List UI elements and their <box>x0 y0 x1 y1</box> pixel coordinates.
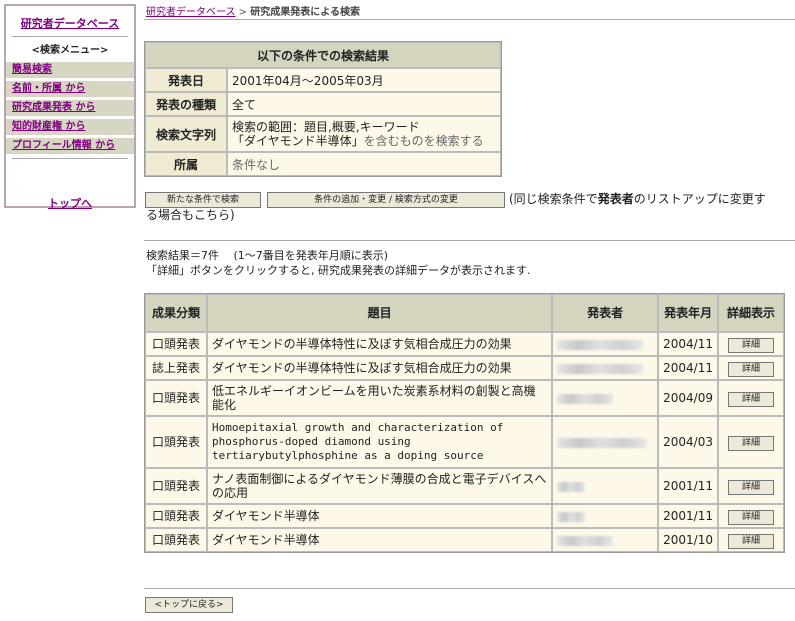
row-year: 2004/11 <box>658 332 718 356</box>
table-row: 口頭発表 Homoepitaxial growth and characteri… <box>145 416 784 468</box>
row-title: ダイヤモンド半導体 <box>207 528 553 552</box>
detail-button[interactable]: 詳細 <box>728 391 774 407</box>
results-info: 検索結果＝7件 (1～7番目を発表年月順に表示) 「詳細」ボタンをクリックすると… <box>146 248 531 278</box>
search-menu-title: <検索メニュー> <box>31 45 109 56</box>
row-year: 2004/03 <box>658 416 718 468</box>
table-row: 誌上発表 ダイヤモンドの半導体特性に及ぼす気相合成圧力の効果 2004/11 詳… <box>145 356 784 380</box>
row-type: 口頭発表 <box>145 528 207 552</box>
row-year: 2001/11 <box>658 468 718 504</box>
row-title: ダイヤモンドの半導体特性に及ぼす気相合成圧力の効果 <box>207 356 553 380</box>
table-row: 口頭発表 低エネルギーイオンビームを用いた炭素系材料の創製と高機能化 2004/… <box>145 380 784 416</box>
sidebar-divider <box>12 36 128 37</box>
row-type: 口頭発表 <box>145 468 207 504</box>
footer-divider <box>144 588 795 589</box>
modify-note: (同じ検索条件で発表者のリストアップに変更す <box>509 192 791 206</box>
sidebar-item-name-affiliation[interactable]: 名前・所属 から <box>6 81 134 97</box>
col-header-detail: 詳細表示 <box>718 294 784 332</box>
sidebar-item-simple-search[interactable]: 簡易検索 <box>6 62 134 78</box>
results-table: 成果分類 題目 発表者 発表年月 詳細表示 口頭発表 ダイヤモンドの半導体特性に… <box>144 293 785 553</box>
result-count: 検索結果＝7件 (1～7番目を発表年月順に表示) <box>146 249 389 262</box>
row-title: 低エネルギーイオンビームを用いた炭素系材料の創製と高機能化 <box>207 380 553 416</box>
condition-label-type: 発表の種類 <box>145 92 227 116</box>
sidebar-item-intellectual-property[interactable]: 知的財産権 から <box>6 119 134 135</box>
content-divider <box>144 240 795 241</box>
row-title: ナノ表面制御によるダイヤモンド薄膜の合成と電子デバイスへの応用 <box>207 468 553 504</box>
row-year: 2001/10 <box>658 528 718 552</box>
database-home-link[interactable]: 研究者データベース <box>6 15 134 31</box>
detail-button[interactable]: 詳細 <box>728 479 774 495</box>
breadcrumb-separator: > <box>235 7 251 18</box>
breadcrumb: 研究者データベース > 研究成果発表による検索 <box>146 3 360 18</box>
row-title: Homoepitaxial growth and characterizatio… <box>207 416 553 468</box>
modify-note-line2: る場合もこちら) <box>146 208 235 222</box>
row-type: 誌上発表 <box>145 356 207 380</box>
keyword-suffix: を含むものを検索する <box>363 134 484 148</box>
row-year: 2001/11 <box>658 504 718 528</box>
condition-value-type: 全て <box>227 92 501 116</box>
detail-button[interactable]: 詳細 <box>728 337 774 353</box>
row-author-redacted <box>552 528 659 552</box>
condition-value-affiliation: 条件なし <box>227 152 501 176</box>
row-author-redacted <box>552 468 659 504</box>
breadcrumb-current: 研究成果発表による検索 <box>250 7 360 18</box>
row-author-redacted <box>552 380 659 416</box>
detail-button[interactable]: 詳細 <box>728 361 774 377</box>
row-author-redacted <box>552 504 659 528</box>
row-title: ダイヤモンドの半導体特性に及ぼす気相合成圧力の効果 <box>207 332 553 356</box>
row-year: 2004/11 <box>658 356 718 380</box>
sidebar-divider-bottom <box>12 158 128 159</box>
row-author-redacted <box>552 416 659 468</box>
sidebar-item-profile[interactable]: プロフィール情報 から <box>6 138 134 154</box>
row-type: 口頭発表 <box>145 332 207 356</box>
modify-note-part2: のリストアップに変更す <box>633 192 766 206</box>
keyword-scope: 検索の範囲：題目,概要,キーワード <box>232 120 420 134</box>
condition-value-date: 2001年04月～2005年03月 <box>227 68 501 92</box>
conditions-title: 以下の条件での検索結果 <box>145 42 501 68</box>
col-header-title: 題目 <box>207 294 553 332</box>
condition-label-date: 発表日 <box>145 68 227 92</box>
detail-button[interactable]: 詳細 <box>728 509 774 525</box>
row-type: 口頭発表 <box>145 504 207 528</box>
row-title: ダイヤモンド半導体 <box>207 504 553 528</box>
top-page-link[interactable]: トップへ <box>6 195 134 211</box>
table-row: 口頭発表 ナノ表面制御によるダイヤモンド薄膜の合成と電子デバイスへの応用 200… <box>145 468 784 504</box>
row-author-redacted <box>552 332 659 356</box>
row-type: 口頭発表 <box>145 416 207 468</box>
row-author-redacted <box>552 356 659 380</box>
back-to-top-button[interactable]: <トップに戻る> <box>145 597 233 613</box>
keyword-term: 「ダイヤモンド半導体」 <box>232 134 364 148</box>
search-conditions-table: 以下の条件での検索結果 発表日 2001年04月～2005年03月 発表の種類 … <box>144 41 502 177</box>
detail-button[interactable]: 詳細 <box>728 435 774 451</box>
modify-note-bold: 発表者 <box>597 192 634 206</box>
table-row: 口頭発表 ダイヤモンド半導体 2001/11 詳細 <box>145 504 784 528</box>
modify-note-part1: (同じ検索条件で <box>509 192 598 206</box>
table-row: 口頭発表 ダイヤモンドの半導体特性に及ぼす気相合成圧力の効果 2004/11 詳… <box>145 332 784 356</box>
col-header-author: 発表者 <box>552 294 659 332</box>
col-header-type: 成果分類 <box>145 294 207 332</box>
condition-value-keyword: 検索の範囲：題目,概要,キーワード 「ダイヤモンド半導体」を含むものを検索する <box>227 116 501 152</box>
sidebar-item-research-results[interactable]: 研究成果発表 から <box>6 100 134 116</box>
condition-label-keyword: 検索文字列 <box>145 116 227 152</box>
header-divider <box>144 19 795 20</box>
row-type: 口頭発表 <box>145 380 207 416</box>
sidebar-menu: 研究者データベース <検索メニュー> 簡易検索 名前・所属 から 研究成果発表 … <box>4 4 136 211</box>
row-year: 2004/09 <box>658 380 718 416</box>
breadcrumb-root[interactable]: 研究者データベース <box>146 7 236 18</box>
col-header-year: 発表年月 <box>658 294 718 332</box>
detail-button[interactable]: 詳細 <box>728 533 774 549</box>
detail-hint: 「詳細」ボタンをクリックすると, 研究成果発表の詳細データが表示されます. <box>146 264 531 277</box>
modify-search-button[interactable]: 条件の追加・変更 / 検索方式の変更 <box>267 192 505 208</box>
table-row: 口頭発表 ダイヤモンド半導体 2001/10 詳細 <box>145 528 784 552</box>
condition-label-affiliation: 所属 <box>145 152 227 176</box>
